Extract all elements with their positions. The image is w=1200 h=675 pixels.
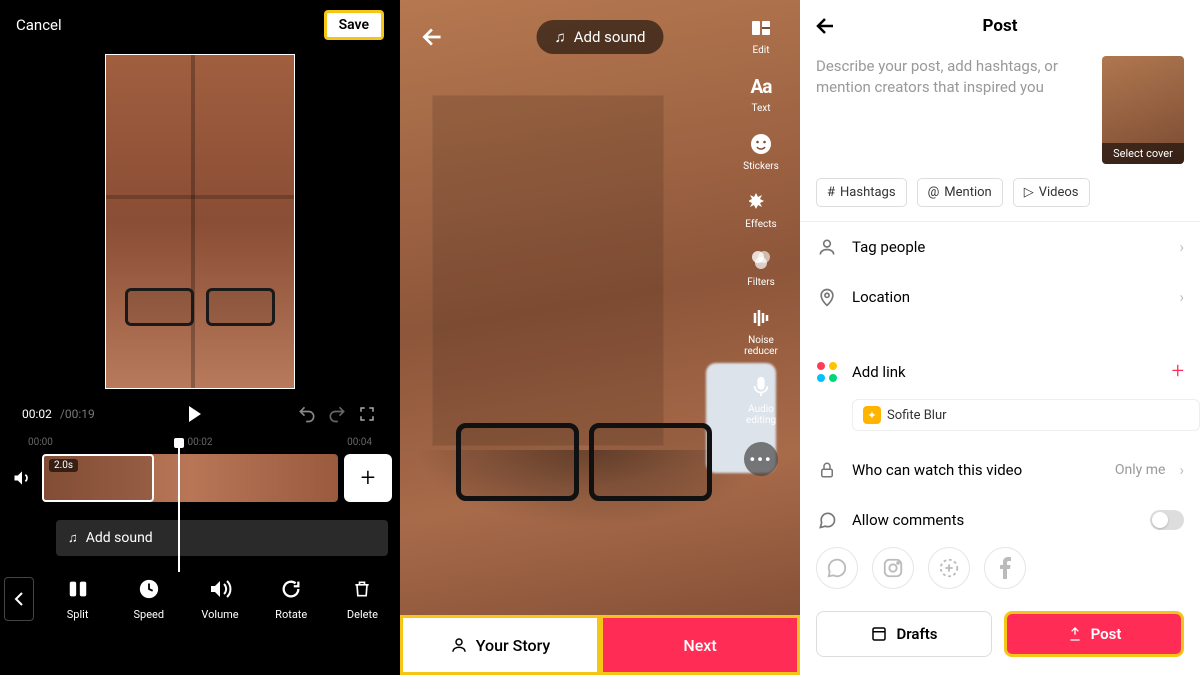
hashtag-icon: # bbox=[827, 185, 835, 200]
post-screen: Post Describe your post, add hashtags, o… bbox=[800, 0, 1200, 675]
chevron-right-icon: › bbox=[1179, 288, 1184, 306]
location-row[interactable]: Location › bbox=[800, 272, 1200, 322]
person-icon bbox=[816, 237, 838, 257]
add-clip-button[interactable]: + bbox=[344, 454, 392, 502]
mention-chip[interactable]: @Mention bbox=[917, 178, 1003, 207]
cancel-button[interactable]: Cancel bbox=[16, 16, 62, 34]
privacy-value: Only me bbox=[1115, 462, 1166, 478]
lock-icon bbox=[816, 460, 838, 480]
audio-editing-tool[interactable]: Audio editing bbox=[732, 373, 790, 426]
videos-chip[interactable]: ▷Videos bbox=[1013, 178, 1090, 207]
volume-tool[interactable]: Volume bbox=[186, 576, 253, 621]
post-button[interactable]: Post bbox=[1004, 611, 1184, 657]
instagram-share[interactable] bbox=[872, 547, 914, 589]
privacy-row[interactable]: Who can watch this video Only me › bbox=[800, 445, 1200, 495]
tag-people-row[interactable]: Tag people › bbox=[800, 222, 1200, 272]
add-link-row[interactable]: Add link + bbox=[800, 344, 1200, 399]
text-tool[interactable]: AaText bbox=[732, 72, 790, 114]
split-tool[interactable]: Split bbox=[44, 576, 111, 621]
chevron-right-icon: › bbox=[1179, 238, 1184, 256]
comment-icon bbox=[816, 510, 838, 530]
location-icon bbox=[816, 287, 838, 307]
sparkle-icon: ✦ bbox=[863, 406, 881, 424]
comments-row[interactable]: Allow comments bbox=[800, 495, 1200, 545]
select-cover-label: Select cover bbox=[1102, 143, 1184, 164]
edit-tool[interactable]: Edit bbox=[732, 14, 790, 56]
story-share[interactable] bbox=[928, 547, 970, 589]
hashtags-chip[interactable]: #Hashtags bbox=[816, 178, 907, 207]
back-button[interactable] bbox=[814, 14, 838, 38]
drafts-button[interactable]: Drafts bbox=[816, 611, 992, 657]
noise-reducer-tool[interactable]: Noise reducer bbox=[732, 304, 790, 357]
tick-label: 00:00 bbox=[28, 437, 53, 448]
timeline-clip[interactable]: 2.0s bbox=[42, 454, 338, 502]
play-icon: ▷ bbox=[1024, 185, 1034, 200]
delete-tool[interactable]: Delete bbox=[329, 576, 396, 621]
speed-tool[interactable]: Speed bbox=[115, 576, 182, 621]
total-time: /00:19 bbox=[60, 407, 95, 421]
cover-selector[interactable]: Select cover bbox=[1102, 56, 1184, 164]
effects-tool[interactable]: Effects bbox=[732, 188, 790, 230]
facebook-share[interactable] bbox=[984, 547, 1026, 589]
add-sound-button[interactable]: ♫ Add sound bbox=[537, 20, 664, 54]
your-story-button[interactable]: Your Story bbox=[400, 615, 600, 675]
mute-toggle[interactable] bbox=[8, 464, 36, 492]
description-input[interactable]: Describe your post, add hashtags, or men… bbox=[816, 56, 1090, 164]
redo-button[interactable] bbox=[326, 403, 348, 425]
clip-duration: 2.0s bbox=[49, 459, 78, 472]
rotate-tool[interactable]: Rotate bbox=[258, 576, 325, 621]
preview-screen: ♫ Add sound Edit AaText Stickers Effects… bbox=[400, 0, 800, 675]
plus-icon: + bbox=[1172, 359, 1184, 384]
link-chip[interactable]: ✦Sofite Blur bbox=[852, 399, 1200, 431]
link-icon bbox=[817, 362, 837, 382]
next-button[interactable]: Next bbox=[600, 615, 800, 675]
music-note-icon: ♫ bbox=[68, 530, 78, 546]
page-title: Post bbox=[983, 16, 1018, 36]
chevron-right-icon: › bbox=[1179, 461, 1184, 479]
back-button[interactable] bbox=[420, 24, 446, 50]
fullscreen-button[interactable] bbox=[356, 403, 378, 425]
comments-toggle[interactable] bbox=[1150, 510, 1184, 530]
more-tools-button[interactable]: ••• bbox=[744, 442, 778, 476]
stickers-tool[interactable]: Stickers bbox=[732, 130, 790, 172]
playhead[interactable] bbox=[178, 442, 180, 572]
undo-button[interactable] bbox=[296, 403, 318, 425]
back-chevron[interactable] bbox=[4, 577, 34, 621]
music-note-icon: ♫ bbox=[555, 28, 566, 46]
play-button[interactable] bbox=[184, 403, 206, 425]
filters-tool[interactable]: Filters bbox=[732, 246, 790, 288]
add-sound-bar[interactable]: ♫ Add sound bbox=[56, 520, 388, 556]
tick-label: 00:02 bbox=[188, 437, 213, 448]
whatsapp-share[interactable] bbox=[816, 547, 858, 589]
mention-icon: @ bbox=[928, 185, 940, 200]
save-button[interactable]: Save bbox=[324, 10, 384, 40]
video-preview[interactable] bbox=[105, 54, 295, 389]
tick-label: 00:04 bbox=[347, 437, 372, 448]
editor-screen: Cancel Save 00:02/00:19 00:00 00:02 00:0… bbox=[0, 0, 400, 675]
current-time: 00:02 bbox=[22, 407, 52, 421]
